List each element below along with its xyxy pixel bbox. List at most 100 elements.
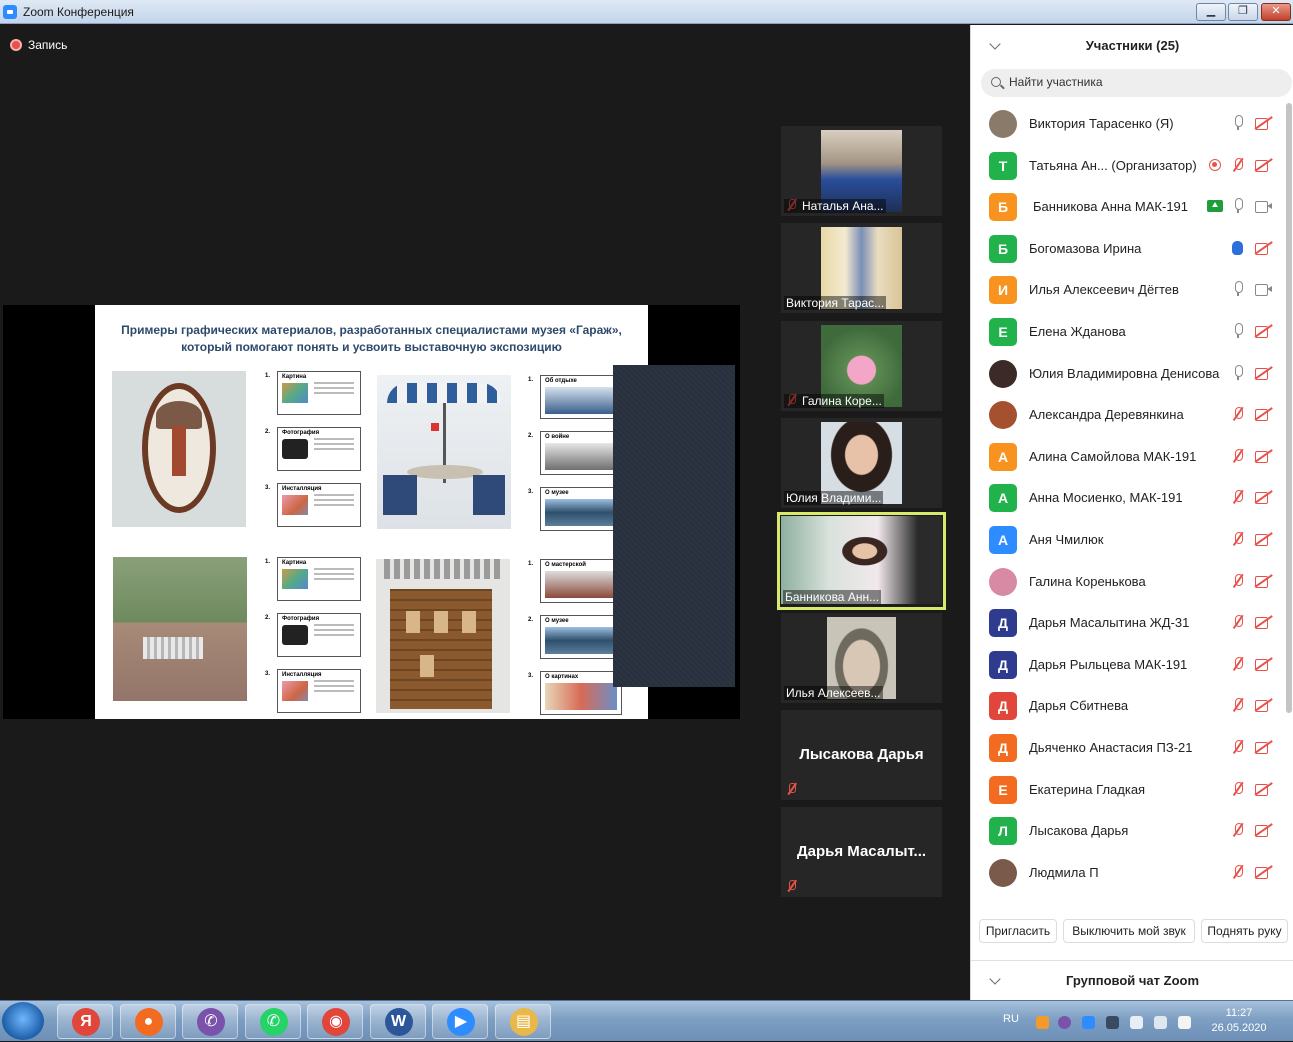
mute-me-button[interactable]: Выключить мой звук bbox=[1063, 919, 1195, 943]
tile-name: Илья Алексеев... bbox=[784, 686, 883, 700]
tile-name: Лысакова Дарья bbox=[799, 746, 924, 763]
card-title: О картинах bbox=[545, 674, 579, 680]
participant-row[interactable]: Д Дарья Масалытина ЖД-31 bbox=[971, 602, 1285, 643]
invite-button[interactable]: Пригласить bbox=[979, 919, 1057, 943]
participant-row[interactable]: Е Екатерина Гладкая bbox=[971, 769, 1285, 810]
participant-row[interactable]: Виктория Тарасенко (Я) bbox=[971, 103, 1285, 144]
clock[interactable]: 11:27 26.05.2020 bbox=[1204, 1006, 1274, 1036]
participant-row[interactable]: Л Лысакова Дарья bbox=[971, 810, 1285, 851]
participant-row[interactable]: Б Богомазова Ирина bbox=[971, 228, 1285, 269]
video-tile[interactable]: Виктория Тарас... bbox=[781, 223, 942, 313]
mic-muted-icon bbox=[1231, 573, 1245, 588]
taskbar-explorer-button[interactable]: ▤ bbox=[494, 1004, 551, 1039]
taskbar-whatsapp-button[interactable]: ✆ bbox=[244, 1004, 301, 1039]
taskbar-word-button[interactable]: W bbox=[369, 1004, 426, 1039]
card-title: Картина bbox=[282, 560, 307, 566]
yandex-browser-icon: Я bbox=[72, 1008, 100, 1036]
recording-indicator[interactable]: Запись bbox=[10, 38, 67, 52]
avatar: А bbox=[989, 442, 1017, 471]
volume-icon[interactable] bbox=[1130, 1016, 1143, 1029]
video-tile[interactable]: Галина Коре... bbox=[781, 321, 942, 411]
participant-search[interactable] bbox=[981, 69, 1292, 97]
taskbar-zoom-button[interactable]: ▶ bbox=[432, 1004, 488, 1039]
participant-row[interactable]: А Аня Чмилюк bbox=[971, 519, 1285, 560]
avatar: Т bbox=[989, 151, 1017, 180]
participant-row[interactable]: Б Банникова Анна МАК-191 bbox=[971, 186, 1285, 227]
mic-muted-icon bbox=[1231, 615, 1245, 629]
display-icon[interactable] bbox=[1154, 1016, 1167, 1029]
tray-icon[interactable] bbox=[1036, 1016, 1049, 1029]
network-icon[interactable] bbox=[1106, 1016, 1119, 1029]
participant-name: Елена Жданова bbox=[1029, 324, 1126, 339]
language-indicator[interactable]: RU bbox=[1003, 1013, 1019, 1025]
maximize-button[interactable]: ❐ bbox=[1228, 3, 1258, 21]
active-speaker-tile[interactable]: Банникова Анн... bbox=[777, 512, 946, 610]
participant-row[interactable]: А Анна Мосиенко, МАК-191 bbox=[971, 477, 1285, 518]
raise-hand-button[interactable]: Поднять руку bbox=[1201, 919, 1288, 943]
video-tile[interactable]: Лысакова Дарья bbox=[781, 710, 942, 800]
slide-number: 3. bbox=[528, 673, 534, 679]
slide-image-wooden-box bbox=[376, 559, 510, 713]
video-tile[interactable]: Илья Алексеев... bbox=[781, 613, 942, 703]
slide-image-oval-art bbox=[112, 371, 246, 527]
chat-header[interactable]: Групповой чат Zoom bbox=[971, 960, 1293, 1000]
firefox-icon: ● bbox=[134, 1008, 163, 1036]
mic-icon bbox=[1233, 364, 1243, 381]
explorer-icon: ▤ bbox=[509, 1008, 538, 1036]
minimize-button[interactable]: ▁ bbox=[1196, 3, 1226, 21]
avatar: Д bbox=[989, 609, 1017, 638]
participant-row[interactable]: Людмила П bbox=[971, 852, 1285, 893]
participant-name: Лысакова Дарья bbox=[1029, 823, 1129, 839]
participant-row[interactable]: Юлия Владимировна Денисова bbox=[971, 353, 1285, 394]
participant-row[interactable]: А Алина Самойлова МАК-191 bbox=[971, 436, 1285, 477]
scrollbar[interactable] bbox=[1286, 103, 1292, 713]
mic-muted-icon bbox=[1231, 407, 1245, 421]
card-image bbox=[545, 387, 617, 414]
slide-number: 1. bbox=[265, 373, 271, 379]
participant-row[interactable]: Д Дарья Сбитнева bbox=[971, 685, 1285, 726]
slide-number: 2. bbox=[528, 433, 534, 439]
tile-name: Галина Коре... bbox=[784, 394, 884, 408]
video-tile[interactable]: Наталья Ана... bbox=[781, 126, 942, 216]
taskbar-yandex-browser-button[interactable]: Я bbox=[57, 1004, 113, 1039]
clock-date: 26.05.2020 bbox=[1211, 1022, 1267, 1034]
participant-row[interactable]: Т Татьяна Ан... (Организатор) bbox=[971, 145, 1285, 186]
participant-row[interactable]: Е Елена Жданова bbox=[971, 311, 1285, 352]
participant-name: Юлия Владимировна Денисова bbox=[1029, 365, 1220, 381]
flag-icon[interactable] bbox=[1178, 1016, 1191, 1029]
screen-share-icon bbox=[1207, 200, 1223, 213]
viber-tray-icon[interactable] bbox=[1058, 1016, 1071, 1029]
participant-name: Алина Самойлова МАК-191 bbox=[1029, 448, 1197, 464]
video-tile[interactable]: Дарья Масалыт... bbox=[781, 807, 942, 897]
chat-title: Групповой чат Zoom bbox=[1065, 973, 1200, 988]
participant-row[interactable]: И Илья Алексеевич Дёгтев bbox=[971, 269, 1285, 310]
taskbar-firefox-button[interactable]: ● bbox=[119, 1004, 176, 1039]
slide-image-patio bbox=[377, 375, 511, 529]
card-title: Фотография bbox=[282, 430, 320, 436]
mic-muted-icon bbox=[1231, 864, 1245, 879]
taskbar-camera-app-button[interactable]: ◉ bbox=[307, 1004, 363, 1039]
participant-name: Екатерина Гладкая bbox=[1029, 781, 1146, 797]
participant-name: Анна Мосиенко, МАК-191 bbox=[1029, 490, 1183, 506]
video-tile[interactable]: Юлия Владими... bbox=[781, 418, 942, 508]
mic-icon bbox=[1233, 281, 1243, 297]
participant-row[interactable]: Д Дарья Рыльцева МАК-191 bbox=[971, 644, 1285, 685]
avatar: Л bbox=[989, 817, 1017, 846]
recording-label: Запись bbox=[28, 38, 68, 52]
participant-row[interactable]: Д Дьяченко Анастасия ПЗ-21 bbox=[971, 727, 1285, 768]
mic-muted-icon bbox=[1231, 656, 1245, 671]
zoom-tray-icon[interactable] bbox=[1082, 1016, 1095, 1029]
participant-name: Галина Коренькова bbox=[1029, 573, 1146, 589]
card-image bbox=[545, 683, 617, 710]
search-input[interactable] bbox=[1009, 75, 1279, 89]
close-button[interactable]: ✕ bbox=[1261, 3, 1291, 21]
participant-name: Александра Деревянкина bbox=[1029, 407, 1184, 423]
slide-card: Инсталляция bbox=[277, 669, 361, 713]
card-title: Картина bbox=[282, 374, 307, 380]
taskbar-viber-button[interactable]: ✆ bbox=[182, 1004, 238, 1039]
participant-row[interactable]: Александра Деревянкина bbox=[971, 394, 1285, 435]
card-title: О музее bbox=[545, 490, 569, 496]
record-icon bbox=[10, 39, 22, 51]
participant-row[interactable]: Галина Коренькова bbox=[971, 561, 1285, 602]
start-button[interactable] bbox=[2, 1002, 44, 1040]
